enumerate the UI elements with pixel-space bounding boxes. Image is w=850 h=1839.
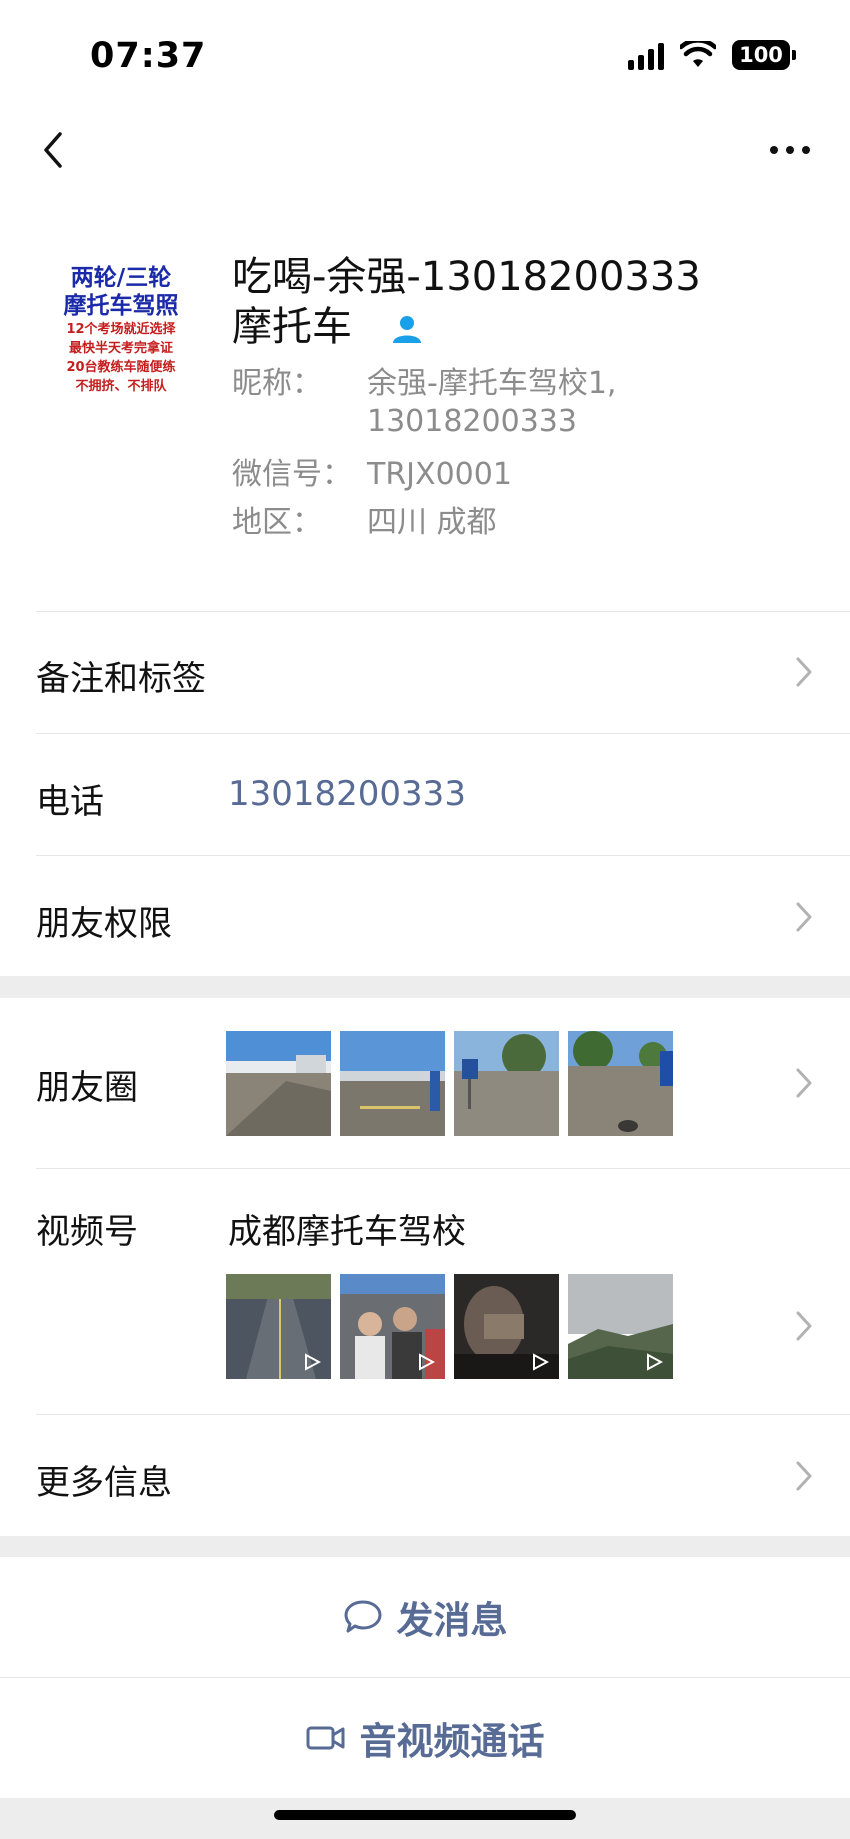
video-camera-icon <box>306 1726 344 1750</box>
wechat-id-value: TRJX0001 <box>367 457 512 492</box>
moments-photo[interactable] <box>568 1031 673 1136</box>
wifi-icon <box>680 41 716 67</box>
nickname-label: 昵称： <box>232 366 322 401</box>
region-label: 地区： <box>232 505 322 540</box>
play-icon <box>647 1353 663 1371</box>
play-icon <box>533 1353 549 1371</box>
moments-label: 朋友圈 <box>36 1068 138 1108</box>
chevron-right-icon <box>796 902 812 932</box>
channels-row[interactable]: 视频号 成都摩托车驾校 <box>0 1169 850 1414</box>
channels-label: 视频号 <box>36 1212 138 1252</box>
friend-permissions-row[interactable]: 朋友权限 <box>0 856 850 976</box>
chevron-right-icon <box>796 657 812 687</box>
nickname-row: 昵称： 余强-摩托车驾校1, 13018200333 <box>232 365 807 441</box>
avatar-text-line: 20台教练车随便练 <box>66 360 176 375</box>
battery-level: 100 <box>739 43 783 67</box>
channel-video[interactable] <box>568 1274 673 1379</box>
remarks-tags-row[interactable]: 备注和标签 <box>0 611 850 733</box>
phone-label: 电话 <box>36 782 104 822</box>
more-info-label: 更多信息 <box>36 1463 172 1503</box>
wechat-id-label: 微信号： <box>232 457 352 492</box>
avatar-text-line: 最快半天考完拿证 <box>68 341 173 356</box>
contact-name-line-1: 吃喝-余强-13018200333 <box>232 254 701 300</box>
phone-row: 电话 13018200333 <box>0 734 850 855</box>
status-icons: 100 <box>628 40 796 70</box>
person-icon <box>393 316 421 343</box>
moments-photo[interactable] <box>340 1031 445 1136</box>
play-icon <box>305 1353 321 1371</box>
region-row: 地区： 四川 成都 <box>232 504 807 542</box>
cellular-signal-icon <box>628 40 664 70</box>
channels-thumbnails <box>226 1274 673 1379</box>
video-call-button[interactable]: 音视频通话 <box>0 1678 850 1798</box>
send-message-label: 发消息 <box>396 1599 508 1642</box>
chevron-right-icon <box>796 1068 812 1098</box>
friend-permissions-label: 朋友权限 <box>36 904 172 944</box>
moments-thumbnails <box>226 1031 673 1136</box>
avatar-text-line: 12个考场就近选择 <box>66 322 176 337</box>
channel-video[interactable] <box>340 1274 445 1379</box>
contact-name-line-2: 摩托车 <box>232 302 792 352</box>
moments-row[interactable]: 朋友圈 <box>0 998 850 1168</box>
avatar[interactable]: 两轮/三轮 摩托车驾照 12个考场就近选择 最快半天考完拿证 20台教练车随便练… <box>36 252 206 422</box>
send-message-button[interactable]: 发消息 <box>0 1557 850 1677</box>
battery-icon: 100 <box>732 40 796 70</box>
channel-video[interactable] <box>454 1274 559 1379</box>
ellipsis-icon[interactable] <box>760 120 820 180</box>
contact-display-name: 吃喝-余强-13018200333 摩托车 <box>232 252 792 352</box>
more-info-row[interactable]: 更多信息 <box>0 1415 850 1536</box>
video-call-label: 音视频通话 <box>359 1720 545 1763</box>
moments-photo[interactable] <box>226 1031 331 1136</box>
channel-video[interactable] <box>226 1274 331 1379</box>
avatar-text-line: 不拥挤、不排队 <box>75 379 167 394</box>
status-time: 07:37 <box>90 36 207 76</box>
contact-settings-group: 备注和标签 电话 13018200333 朋友权限 <box>0 610 850 976</box>
avatar-text-line: 摩托车驾照 <box>63 293 179 319</box>
status-bar: 07:37 100 <box>0 0 850 100</box>
region-value: 四川 成都 <box>367 505 497 540</box>
chat-bubble-icon <box>344 1600 381 1633</box>
contact-name-line-2-text: 摩托车 <box>232 304 352 350</box>
home-indicator <box>274 1810 576 1820</box>
social-group: 朋友圈 视频号 成都摩托车驾校 更多信息 <box>0 998 850 1536</box>
profile-header: 两轮/三轮 摩托车驾照 12个考场就近选择 最快半天考完拿证 20台教练车随便练… <box>0 200 850 610</box>
nickname-value-line-2: 13018200333 <box>367 404 577 439</box>
avatar-text-line: 两轮/三轮 <box>70 265 172 291</box>
nickname-value: 余强-摩托车驾校1, 13018200333 <box>367 365 807 441</box>
nickname-value-line-1: 余强-摩托车驾校1, <box>367 366 617 401</box>
phone-number-link[interactable]: 13018200333 <box>228 774 466 814</box>
play-icon <box>419 1353 435 1371</box>
chevron-right-icon <box>796 1311 812 1341</box>
nav-bar <box>0 100 850 200</box>
moments-photo[interactable] <box>454 1031 559 1136</box>
channels-name: 成都摩托车驾校 <box>228 1212 466 1252</box>
chevron-right-icon <box>796 1461 812 1491</box>
chevron-left-icon[interactable] <box>30 120 90 180</box>
wechat-id-row: 微信号： TRJX0001 <box>232 456 807 494</box>
remarks-tags-label: 备注和标签 <box>36 659 206 699</box>
